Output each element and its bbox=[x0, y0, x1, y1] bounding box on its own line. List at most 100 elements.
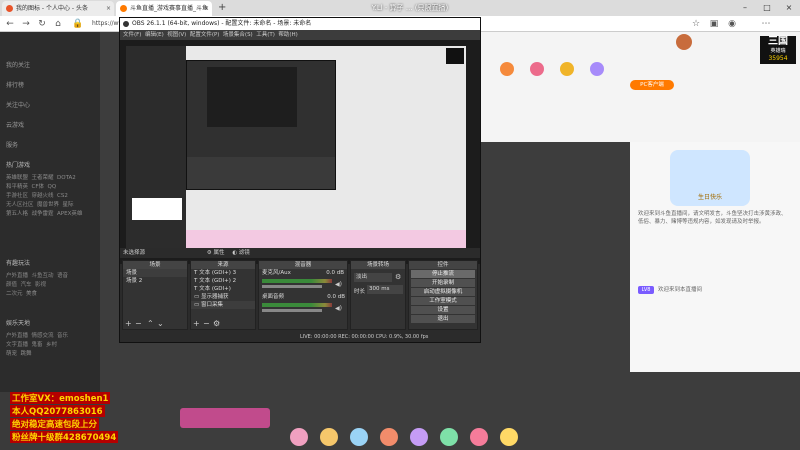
source-item[interactable]: ▭ 显示器捕获 bbox=[191, 293, 255, 301]
sidebar-item-cloud[interactable]: 云游戏 bbox=[6, 120, 96, 132]
hot-game-item[interactable]: 星际 bbox=[63, 202, 74, 208]
hot-game-item[interactable]: CF体 bbox=[32, 184, 45, 190]
ent-item[interactable]: 乡村 bbox=[46, 342, 57, 348]
gift-icon[interactable] bbox=[410, 428, 428, 446]
mixer-volume-slider[interactable] bbox=[262, 285, 322, 288]
new-tab-icon[interactable]: + bbox=[218, 1, 230, 15]
favorites-icon[interactable]: ☆ bbox=[690, 18, 702, 30]
maximize-icon[interactable]: □ bbox=[756, 0, 778, 16]
add-source-icon[interactable]: + bbox=[193, 319, 200, 328]
gift-icon[interactable] bbox=[380, 428, 398, 446]
properties-button[interactable]: ⚙ 属性 bbox=[207, 250, 225, 256]
source-item[interactable]: ▭ 窗口采集 bbox=[191, 301, 255, 309]
back-icon[interactable]: ← bbox=[4, 18, 16, 30]
hot-game-item[interactable]: 手游社区 bbox=[6, 193, 28, 199]
hot-game-item[interactable]: 战争雷霆 bbox=[32, 211, 54, 217]
ent-item[interactable]: 音乐 bbox=[57, 333, 68, 339]
user-avatar[interactable] bbox=[676, 34, 692, 50]
window-close-icon[interactable]: × bbox=[778, 0, 800, 16]
category-icon[interactable] bbox=[500, 62, 514, 76]
gift-icon[interactable] bbox=[350, 428, 368, 446]
browser-tab-douyu[interactable]: 斗鱼直播_游戏赛事直播_斗鱼 × bbox=[116, 1, 212, 16]
start-recording-button[interactable]: 开始录制 bbox=[411, 279, 475, 287]
studio-mode-button[interactable]: 工作室模式 bbox=[411, 297, 475, 305]
hot-game-item[interactable]: APEX英雄 bbox=[57, 211, 82, 217]
gift-icon[interactable] bbox=[500, 428, 518, 446]
sidebar-item-center[interactable]: 关注中心 bbox=[6, 100, 96, 112]
exit-button[interactable]: 退出 bbox=[411, 315, 475, 323]
ent-item[interactable]: 萌宠 bbox=[6, 351, 17, 357]
sidebar-item-service[interactable]: 服务 bbox=[6, 140, 96, 152]
mixer-volume-slider[interactable] bbox=[262, 309, 322, 312]
source-item[interactable]: T 文本 (GDI+) 3 bbox=[191, 269, 255, 277]
speaker-icon[interactable]: ◀) bbox=[335, 305, 342, 312]
promo-banner[interactable] bbox=[180, 408, 270, 428]
hot-game-item[interactable]: 穿越火线 bbox=[32, 193, 54, 199]
hot-game-item[interactable]: 英雄联盟 bbox=[6, 175, 28, 181]
scene-item[interactable]: 场景 bbox=[123, 269, 187, 277]
profile-icon[interactable]: ◉ bbox=[726, 18, 738, 30]
ent-item[interactable]: 户外直播 bbox=[6, 333, 28, 339]
move-down-icon[interactable]: ⌄ bbox=[157, 319, 164, 328]
gift-icon[interactable] bbox=[290, 428, 308, 446]
obs-menu-tools[interactable]: 工具(T) bbox=[256, 32, 275, 38]
home-icon[interactable]: ⌂ bbox=[52, 18, 64, 30]
ent-item[interactable]: 跳舞 bbox=[21, 351, 32, 357]
hot-game-item[interactable]: CS2 bbox=[57, 193, 68, 199]
stop-streaming-button[interactable]: 停止推流 bbox=[411, 270, 475, 278]
obs-menu-edit[interactable]: 编辑(E) bbox=[145, 32, 164, 38]
virtual-camera-button[interactable]: 启动虚拟摄像机 bbox=[411, 288, 475, 296]
obs-preview-canvas[interactable] bbox=[120, 40, 480, 264]
category-icon[interactable] bbox=[560, 62, 574, 76]
hot-game-item[interactable]: 和平精英 bbox=[6, 184, 28, 190]
refresh-icon[interactable]: ↻ bbox=[36, 18, 48, 30]
ent-item[interactable]: 情感交流 bbox=[32, 333, 54, 339]
move-up-icon[interactable]: ⌃ bbox=[147, 319, 154, 328]
speaker-icon[interactable]: ◀) bbox=[335, 281, 342, 288]
hot-game-item[interactable]: 魔兽世界 bbox=[37, 202, 59, 208]
sidebar-item-follow[interactable]: 我的关注 bbox=[6, 60, 96, 72]
hot-game-item[interactable]: DOTA2 bbox=[57, 175, 76, 181]
obs-menu-view[interactable]: 视图(V) bbox=[167, 32, 186, 38]
collections-icon[interactable]: ▣ bbox=[708, 18, 720, 30]
more-item[interactable]: 二次元 bbox=[6, 291, 23, 297]
category-icon[interactable] bbox=[530, 62, 544, 76]
minimize-icon[interactable]: – bbox=[734, 0, 756, 16]
more-item[interactable]: 斗鱼互动 bbox=[32, 273, 54, 279]
more-menu-icon[interactable]: ⋯ bbox=[760, 18, 772, 30]
category-icon[interactable] bbox=[590, 62, 604, 76]
tab-close-icon[interactable]: × bbox=[204, 1, 209, 16]
filters-button[interactable]: ◐ 滤镜 bbox=[232, 250, 250, 256]
pc-client-badge[interactable]: PC客户端 bbox=[630, 80, 674, 90]
more-item[interactable]: 颜值 bbox=[6, 282, 17, 288]
obs-menu-profile[interactable]: 配置文件(P) bbox=[190, 32, 220, 38]
add-scene-icon[interactable]: + bbox=[125, 319, 132, 328]
more-item[interactable]: 影视 bbox=[35, 282, 46, 288]
forward-icon[interactable]: → bbox=[20, 18, 32, 30]
ent-item[interactable]: 文字直播 bbox=[6, 342, 28, 348]
transition-select[interactable]: 淡出 bbox=[354, 273, 392, 282]
remove-source-icon[interactable]: − bbox=[203, 319, 210, 328]
remove-scene-icon[interactable]: − bbox=[135, 319, 142, 328]
duration-input[interactable]: 300 ms bbox=[367, 285, 403, 294]
obs-menu-help[interactable]: 帮助(H) bbox=[278, 32, 297, 38]
more-item[interactable]: 美食 bbox=[26, 291, 37, 297]
transition-settings-icon[interactable]: ⚙ bbox=[395, 273, 401, 281]
scene-item[interactable]: 场景 2 bbox=[123, 277, 187, 285]
hot-game-item[interactable]: 第五人格 bbox=[6, 211, 28, 217]
obs-menu-file[interactable]: 文件(F) bbox=[123, 32, 141, 38]
settings-button[interactable]: 设置 bbox=[411, 306, 475, 314]
obs-menu-scene-collection[interactable]: 场景集合(S) bbox=[223, 32, 253, 38]
tab-close-icon[interactable]: × bbox=[106, 1, 111, 16]
source-item[interactable]: T 文本 (GDI+) 2 bbox=[191, 277, 255, 285]
source-settings-icon[interactable]: ⚙ bbox=[213, 319, 220, 328]
source-item[interactable]: T 文本 (GDI+) bbox=[191, 285, 255, 293]
gift-icon[interactable] bbox=[320, 428, 338, 446]
more-item[interactable]: 语音 bbox=[57, 273, 68, 279]
more-item[interactable]: 汽车 bbox=[21, 282, 32, 288]
browser-tab-profile[interactable]: 我的图标 - 个人中心 - 头条 × bbox=[2, 1, 114, 16]
more-item[interactable]: 户外直播 bbox=[6, 273, 28, 279]
hot-game-item[interactable]: 王者荣耀 bbox=[32, 175, 54, 181]
sidebar-item-rank[interactable]: 排行榜 bbox=[6, 80, 96, 92]
hot-game-item[interactable]: 无人区社区 bbox=[6, 202, 34, 208]
